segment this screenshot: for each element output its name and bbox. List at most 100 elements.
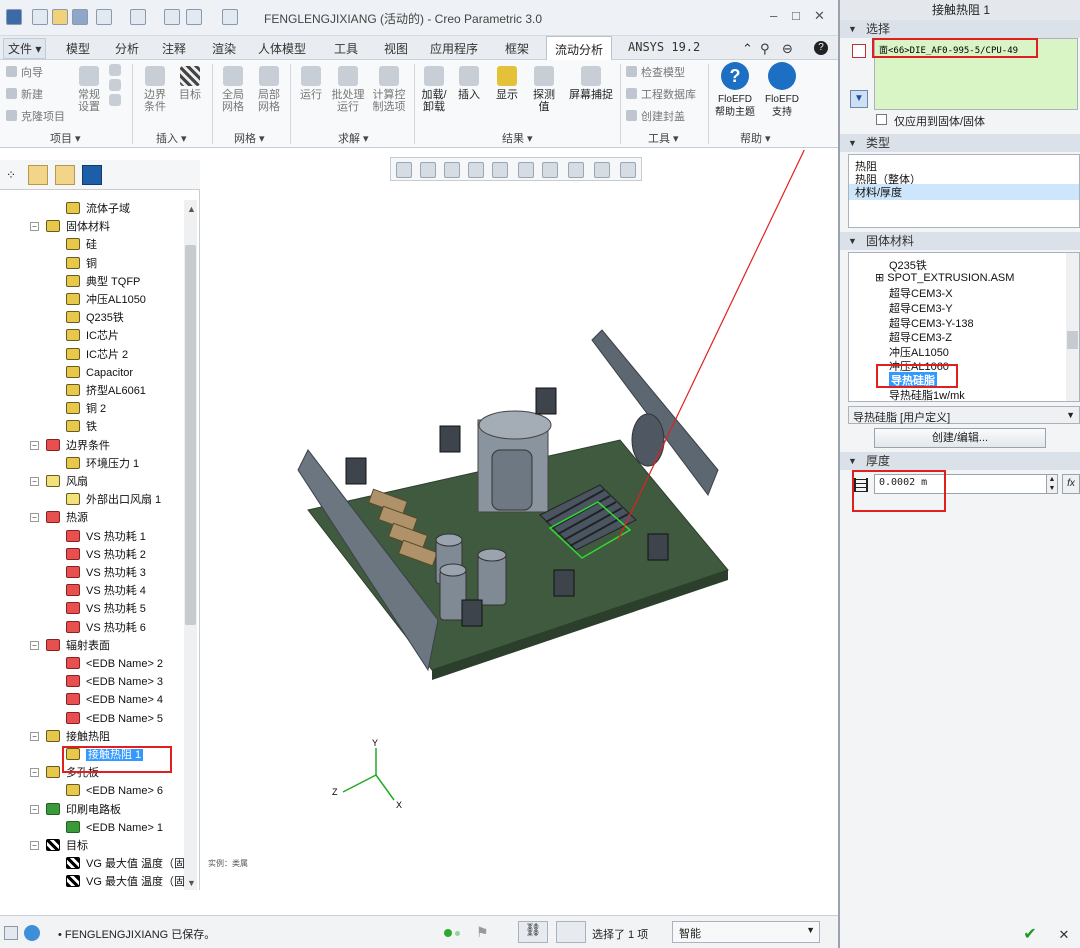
save-icon[interactable] [72,9,88,25]
tree-item[interactable]: 铜 [66,255,97,273]
wizard-button[interactable]: 向导 [6,64,43,80]
boundary-condition-button[interactable]: 边界 条件 [138,66,172,113]
file-menu[interactable]: 文件 ▾ [3,38,47,59]
tree-item[interactable]: − 固体材料 [30,218,110,236]
expand-toggle[interactable]: − [30,440,39,450]
tree-item[interactable]: − 接触热阻 [30,728,110,746]
zoom-in-icon[interactable] [420,162,436,178]
load-unload-button[interactable]: 加载/ 卸载 [418,66,450,113]
expand-toggle[interactable]: − [30,731,39,741]
tab-human-model[interactable]: 人体模型 [258,40,306,57]
tree-item[interactable]: VS 热功耗 4 [66,582,146,600]
goal-button[interactable]: 目标 [176,66,204,101]
new-project-button[interactable]: 新建 [6,86,43,102]
window-icon[interactable] [186,9,202,25]
compute-control-button[interactable]: 计算控 制选项 [370,66,408,113]
material-value-dropdown[interactable]: 导热硅脂 [用户定义] ▼ [848,406,1080,424]
type-option-material-thickness[interactable]: 材料/厚度 [849,184,1079,200]
annotation-display-icon[interactable] [594,162,610,178]
zoom-out-icon[interactable] [444,162,460,178]
tree-item[interactable]: 铜 2 [66,400,106,418]
material-item[interactable]: 超导CEM3-Z [889,329,952,345]
tree-item[interactable]: 外部出口风扇 1 [66,491,161,509]
create-edit-button[interactable]: 创建/编辑... [874,428,1046,448]
material-scrollbar[interactable] [1066,253,1079,401]
tab-applications[interactable]: 应用程序 [430,40,478,57]
small-tools[interactable] [108,64,122,109]
screen-capture-button[interactable]: 屏幕捕捉 [566,66,616,101]
collapse-ribbon-icon[interactable]: ⌃ [742,41,753,57]
local-mesh-button[interactable]: 局部 网格 [254,66,284,113]
regenerate-icon[interactable] [164,9,180,25]
tree-item[interactable]: Capacitor [66,364,133,382]
tree-item[interactable]: − 印刷电路板 [30,801,121,819]
flow-tree-icon[interactable] [82,165,102,185]
tree-item[interactable]: <EDB Name> 1 [66,819,163,837]
expand-toggle[interactable]: − [30,222,39,232]
tree-item[interactable]: Q235铁 [66,309,124,327]
tree-item[interactable]: VS 热功耗 2 [66,546,146,564]
graphics-window[interactable]: Y Z X 实例：类属 [200,150,838,915]
open-folder-icon[interactable] [52,9,68,25]
favorites-icon[interactable] [55,165,75,185]
support-button[interactable]: FloEFD 支持 [760,62,804,119]
new-file-icon[interactable] [32,9,48,25]
material-item[interactable]: 超导CEM3-Y [889,300,953,316]
tree-item[interactable]: VS 热功耗 5 [66,600,146,618]
run-button[interactable]: 运行 [296,66,326,101]
material-item[interactable]: 导热硅脂1w/mk [889,387,965,401]
tree-item[interactable]: 环境压力 1 [66,455,139,473]
selection-section-header[interactable]: 选择 [840,20,1080,38]
selection-icon[interactable] [556,921,586,943]
scroll-down-icon[interactable]: ▼ [187,878,196,888]
type-list[interactable]: 热阻 热阻（整体） 材料/厚度 [848,154,1080,228]
clone-project-button[interactable]: 克隆项目 [6,108,65,124]
ok-button[interactable]: ✔ [1016,924,1044,946]
material-item[interactable]: ⊞ SPOT_EXTRUSION.ASM [875,271,1014,284]
tree-item[interactable]: <EDB Name> 5 [66,710,163,728]
close-button[interactable]: ✕ [814,8,825,24]
material-item[interactable]: 超导CEM3-X [889,285,953,301]
tree-item[interactable]: VG 最大值 温度（固 [66,873,185,890]
tree-item[interactable]: <EDB Name> 3 [66,673,163,691]
display-button[interactable]: 显示 [490,66,524,101]
type-section-header[interactable]: 类型 [840,134,1080,152]
tree-item[interactable]: VS 热功耗 6 [66,619,146,637]
filter-icon[interactable]: ▼ [850,90,868,108]
help-icon[interactable]: ? [814,41,828,55]
browser-icon[interactable] [24,925,40,941]
tree-item[interactable]: − 辐射表面 [30,637,110,655]
tab-render[interactable]: 渲染 [212,40,236,57]
insert-result-button[interactable]: 插入 [454,66,484,101]
check-model-button[interactable]: 检查模型 [626,64,685,80]
spin-center-icon[interactable] [620,162,636,178]
expand-toggle[interactable]: − [30,640,39,650]
tree-scrollbar-thumb[interactable] [185,245,196,625]
tab-ansys[interactable]: ANSYS 19.2 [628,40,700,54]
tab-flow-analysis[interactable]: 流动分析 [546,36,613,60]
refit-icon[interactable] [396,162,412,178]
maximize-button[interactable]: □ [792,8,800,23]
tab-tools[interactable]: 工具 [334,40,358,57]
tree-item[interactable]: 冲压AL1050 [66,291,146,309]
tab-annotate[interactable]: 注释 [162,40,186,57]
apply-to-solids-checkbox[interactable] [876,114,887,125]
tab-view[interactable]: 视图 [384,40,408,57]
tab-analysis[interactable]: 分析 [115,40,139,57]
selection-filter-dropdown[interactable]: 智能 ▼ [672,921,820,943]
tree-item[interactable]: 典型 TQFP [66,273,140,291]
tree-item[interactable]: <EDB Name> 4 [66,691,163,709]
tree-item[interactable]: 铁 [66,418,97,436]
tab-model[interactable]: 模型 [66,40,90,57]
expand-toggle[interactable]: − [30,804,39,814]
tree-item[interactable]: VS 热功耗 3 [66,564,146,582]
settings-icon[interactable]: ⊖ [782,41,793,57]
material-scrollbar-thumb[interactable] [1067,331,1078,349]
close-window-icon[interactable] [222,9,238,25]
cancel-button[interactable]: ✕ [1050,924,1078,946]
tree-item[interactable]: VG 最大值 温度（固 [66,855,185,873]
minimize-button[interactable]: – [770,8,777,23]
thickness-section-header[interactable]: 厚度 [840,452,1080,470]
expand-toggle[interactable]: − [30,841,39,850]
batch-run-button[interactable]: 批处理 运行 [330,66,366,113]
